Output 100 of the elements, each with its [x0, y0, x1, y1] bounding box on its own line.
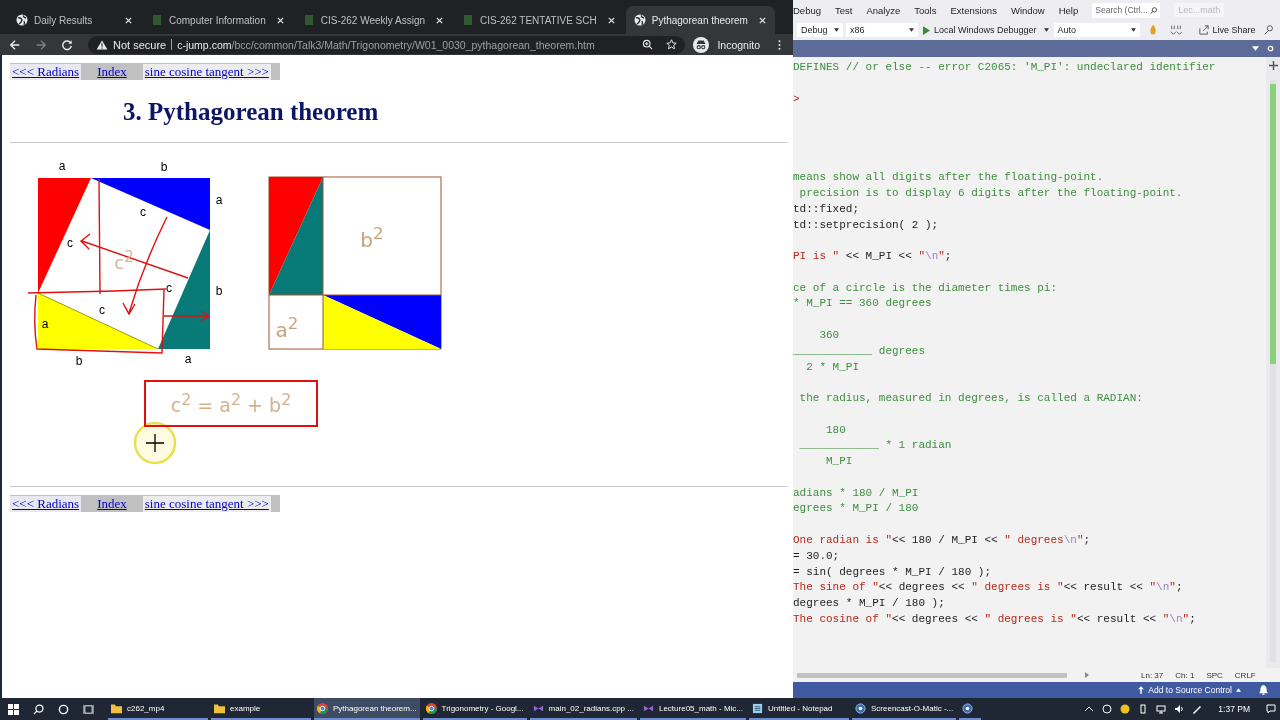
mode-dropdown[interactable]: Auto: [1053, 23, 1140, 37]
settings-icon[interactable]: [1267, 45, 1274, 52]
security-label: Not secure: [113, 38, 167, 51]
address-bar[interactable]: Not secure c-jump.com/bcc/common/Talk3/Math/Trigonometry/W01_0030_pythagorean_theorem.htm: [88, 35, 686, 54]
horizontal-scrollbar[interactable]: [797, 672, 1067, 678]
nav-link[interactable]: sine cosine tangent >>>: [142, 495, 271, 512]
start-icon[interactable]: [8, 703, 19, 715]
menu-item[interactable]: Test: [835, 4, 853, 16]
line-ending[interactable]: CRLF: [1234, 670, 1256, 680]
code-line: = sin( degrees * M_PI / 180 );: [793, 564, 992, 580]
code-line: The cosine of "<< degrees << " degrees is "<< result << "\n";: [793, 611, 1196, 627]
search-icon[interactable]: [33, 703, 44, 715]
nav-link[interactable]: Index: [95, 63, 129, 80]
code-line: means show all digits after the floating-point.: [793, 170, 1104, 186]
taskbar-button[interactable]: Screencast-O-Matic -...: [852, 698, 957, 720]
taskbar-button[interactable]: Pythagorean theorem...: [314, 698, 420, 720]
code-line: degrees * M_PI / 180 );: [793, 596, 945, 612]
chevron-icon[interactable]: [1084, 704, 1095, 714]
code-line: egrees * M_PI / 180: [793, 501, 919, 517]
menu-item[interactable]: Analyze: [866, 4, 901, 16]
menu-item[interactable]: Extensions: [950, 4, 997, 16]
side-label: a: [215, 194, 223, 206]
code-line: * M_PI == 360 degrees: [793, 296, 932, 312]
code-line: One radian is "<< 180 / M_PI << " degrees\n";: [793, 532, 1091, 548]
zoom-icon[interactable]: [642, 39, 654, 50]
search-field[interactable]: Search (Ctrl...: [1092, 2, 1161, 18]
taskbar-button[interactable]: Trigonometry - Googl...: [422, 698, 527, 720]
scroll-right-icon[interactable]: [1085, 672, 1089, 678]
nav-link[interactable]: Index: [95, 495, 129, 512]
profile-label[interactable]: Incognito: [717, 38, 760, 51]
live-share-button[interactable]: Live Share: [1198, 25, 1256, 35]
side-label: a: [58, 160, 66, 172]
code-line: td::fixed;: [793, 201, 859, 217]
close-icon[interactable]: [606, 15, 616, 25]
up-arrow-icon: [1138, 686, 1145, 694]
code-line: ce of a circle is the diameter times pi:: [793, 280, 1058, 296]
caret-icon: [1130, 28, 1136, 32]
menu-item[interactable]: Help: [1058, 4, 1079, 16]
menu-item[interactable]: Debug: [793, 4, 821, 16]
nav-link[interactable]: <<< Radians: [10, 495, 82, 512]
task-view-icon[interactable]: [83, 703, 94, 715]
cursor-icon: [133, 421, 177, 465]
code-line: ____________ degrees: [793, 343, 926, 359]
caret-icon: [1236, 688, 1241, 692]
taskbar-button[interactable]: c262_mp4: [108, 698, 208, 720]
incognito-icon[interactable]: [693, 36, 710, 53]
code-line: >: [793, 91, 800, 107]
pen-icon[interactable]: [1192, 704, 1203, 714]
reload-icon[interactable]: [61, 38, 73, 51]
page-icon: [462, 14, 475, 26]
browser-tab[interactable]: CIS-262 Weekly Assign: [294, 6, 453, 34]
code-line: 360: [818, 328, 840, 343]
taskbar-button[interactable]: main_02_radians.cpp ...: [529, 698, 637, 720]
taskbar-button[interactable]: Untitled - Notepad: [749, 698, 849, 720]
source-control-button[interactable]: Add to Source Control: [1138, 685, 1241, 695]
star-icon[interactable]: [666, 39, 678, 50]
notepad-icon: [752, 702, 763, 714]
indent-mode[interactable]: SPC: [1206, 670, 1223, 680]
vertical-scrollbar[interactable]: [1266, 57, 1280, 668]
close-icon[interactable]: [757, 15, 767, 25]
code-line: DEFINES // or else -- error C2065: 'M_PI': undeclared identifier: [793, 60, 1216, 75]
clock[interactable]: 1:37 PM: [1218, 704, 1250, 714]
volume-icon[interactable]: [1174, 704, 1185, 714]
forward-icon[interactable]: [35, 38, 47, 51]
taskbar-button[interactable]: example: [211, 698, 311, 720]
browser-tab[interactable]: Pythagorean theorem: [625, 6, 775, 34]
configuration-dropdown[interactable]: Debug: [797, 23, 843, 37]
close-icon[interactable]: [435, 15, 445, 25]
run-button[interactable]: Local Windows Debugger: [921, 25, 1051, 35]
step-icon[interactable]: [1169, 24, 1182, 36]
platform-dropdown[interactable]: x86: [846, 23, 918, 37]
side-label: b: [215, 285, 223, 297]
url-text: c-jump.com/bcc/common/Talk3/Math/Trigonometry/W01_0030_pythagorean_theorem.htm: [177, 38, 595, 51]
back-icon[interactable]: [9, 38, 21, 51]
nav-link[interactable]: sine cosine tangent >>>: [142, 63, 271, 80]
record-icon: [855, 702, 866, 714]
globe-icon: [633, 14, 646, 26]
page-icon: [302, 14, 315, 26]
network-icon[interactable]: [1156, 704, 1167, 714]
folder-icon: [111, 702, 122, 714]
notification-icon[interactable]: [1266, 704, 1276, 714]
browser-tab[interactable]: Computer Information: [143, 6, 293, 34]
browser-tab[interactable]: Daily Results: [8, 6, 141, 34]
dropdown-icon[interactable]: [1252, 45, 1259, 52]
side-label: c: [166, 282, 172, 294]
close-icon[interactable]: [124, 15, 133, 25]
cortana-icon[interactable]: [58, 703, 69, 715]
split-icon[interactable]: [1268, 61, 1278, 70]
taskbar-button[interactable]: Lecture05_math - Mic...: [639, 698, 746, 720]
code-line: precision is to display 6 digits after the floating-point.: [798, 186, 1183, 202]
menu-item[interactable]: Tools: [914, 4, 937, 16]
bell-icon[interactable]: [1259, 685, 1268, 695]
nav-link[interactable]: <<< Radians: [10, 63, 82, 80]
browser-icon: [425, 702, 437, 714]
menu-item[interactable]: Window: [1010, 4, 1045, 16]
browser-tab[interactable]: CIS-262 TENTATIVE SCH: [454, 6, 624, 34]
play-icon: [923, 25, 930, 35]
caret-icon: [834, 28, 839, 32]
menu-icon[interactable]: [778, 38, 781, 51]
close-icon[interactable]: [275, 15, 285, 25]
